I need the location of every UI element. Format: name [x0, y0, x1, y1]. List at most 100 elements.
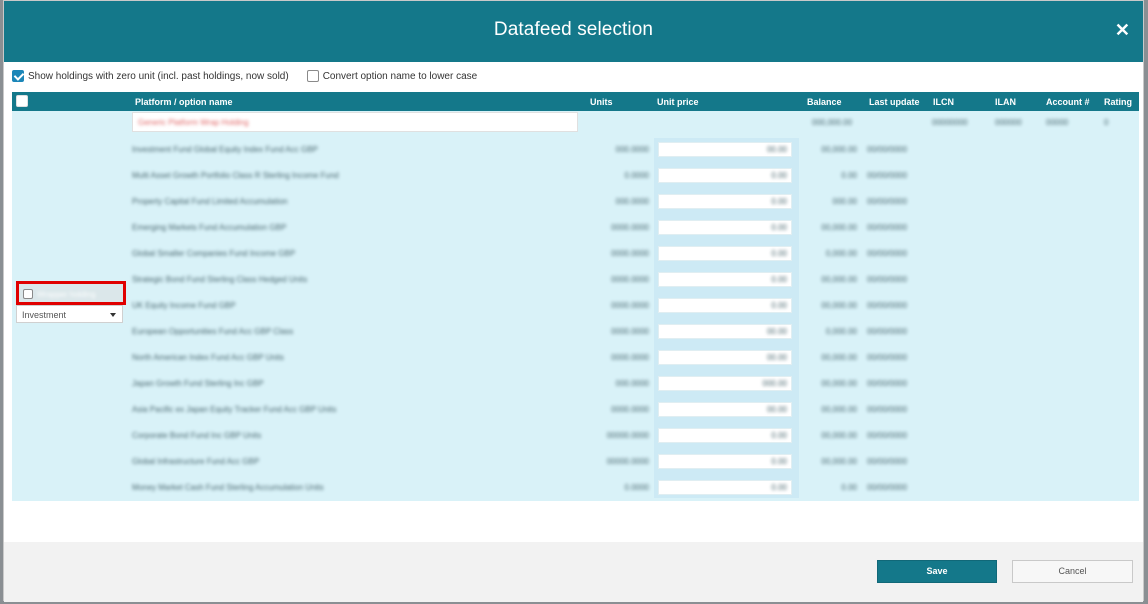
holding-name: Corporate Bond Fund Inc GBP Units: [132, 431, 262, 440]
holding-units: 0000.0000: [611, 223, 649, 232]
table-row[interactable]: Japan Growth Fund Sterling Inc GBP 000.00…: [12, 371, 1139, 397]
table-row[interactable]: Multi Asset Growth Portfolio Class R Ste…: [12, 163, 1139, 189]
holding-units: 000.0000: [615, 145, 649, 154]
holding-name: Global Infrastructure Fund Acc GBP: [132, 457, 260, 466]
holding-balance: 00,000.00: [821, 275, 857, 284]
holding-units: 0.0000: [624, 483, 649, 492]
holding-balance: 00,000.00: [821, 353, 857, 362]
col-ilan[interactable]: ILAN: [995, 97, 1016, 107]
holding-last-update: 00/00/0000: [867, 301, 908, 310]
holding-units: 0000.0000: [611, 301, 649, 310]
holding-name: Money Market Cash Fund Sterling Accumula…: [132, 483, 324, 492]
holding-units: 0000.0000: [611, 405, 649, 414]
datafeed-dialog: Datafeed selection ✕ Show holdings with …: [3, 0, 1144, 602]
dialog-footer: Save Cancel: [4, 542, 1143, 602]
holding-last-update: 00/00/0000: [867, 379, 908, 388]
table-row[interactable]: Property Capital Fund Limited Accumulati…: [12, 189, 1139, 215]
holding-name: Emerging Markets Fund Accumulation GBP: [132, 223, 287, 232]
holding-last-update: 00/00/0000: [867, 223, 908, 232]
holding-unit-price: 0.00: [771, 483, 787, 492]
col-units[interactable]: Units: [590, 97, 613, 107]
holding-name: Strategic Bond Fund Sterling Class Hedge…: [132, 275, 308, 284]
table-row[interactable]: North American Index Fund Acc GBP Units 0…: [12, 345, 1139, 371]
holding-balance: 0,000.00: [825, 249, 857, 258]
zero-unit-checkbox[interactable]: [12, 70, 24, 82]
holding-balance: 00,000.00: [821, 223, 857, 232]
holding-unit-price: 0.00: [771, 171, 787, 180]
options-row: Show holdings with zero unit (incl. past…: [12, 67, 495, 85]
holding-name: UK Equity Income Fund GBP: [132, 301, 236, 310]
table-row[interactable]: Strategic Bond Fund Sterling Class Hedge…: [12, 267, 1139, 293]
holding-balance: 00,000.00: [821, 405, 857, 414]
lowercase-label: Convert option name to lower case: [322, 70, 478, 82]
zero-unit-label: Show holdings with zero unit (incl. past…: [28, 70, 289, 82]
holding-balance: 000.00: [832, 197, 857, 206]
col-last-update[interactable]: Last update: [869, 97, 920, 107]
cancel-button[interactable]: Cancel: [1012, 560, 1133, 583]
col-balance[interactable]: Balance: [807, 97, 842, 107]
holding-last-update: 00/00/0000: [867, 457, 908, 466]
table-header: Platform / option name Units Unit price …: [12, 92, 1139, 111]
holding-units: 0.0000: [624, 171, 649, 180]
col-platform[interactable]: Platform / option name: [135, 97, 233, 107]
platform-name: Generic Platform Wrap Holding: [138, 118, 249, 127]
holding-name: Investment Fund Global Equity Index Fund…: [132, 145, 318, 154]
holding-balance: 00,000.00: [821, 379, 857, 388]
holding-balance: 00,000.00: [821, 301, 857, 310]
col-unit-price[interactable]: Unit price: [657, 97, 699, 107]
holding-units: 00000.0000: [606, 457, 649, 466]
platform-row[interactable]: Generic Platform Wrap Holding 000,000.00…: [12, 111, 1139, 137]
holding-balance: 0.00: [841, 171, 857, 180]
holding-units: 0000.0000: [611, 249, 649, 258]
select-all-checkbox[interactable]: [16, 95, 28, 107]
holding-balance: 00,000.00: [821, 431, 857, 440]
table-row[interactable]: UK Equity Income Fund GBP 0000.0000 0.00 00…: [12, 293, 1139, 319]
platform-balance: 000,000.00: [812, 118, 853, 127]
holding-units: 0000.0000: [611, 353, 649, 362]
holding-last-update: 00/00/0000: [867, 197, 908, 206]
holding-unit-price: 00.00: [766, 145, 787, 154]
holding-balance: 0,000.00: [825, 327, 857, 336]
col-ilcn[interactable]: ILCN: [933, 97, 954, 107]
holding-name: Asia Pacific ex Japan Equity Tracker Fun…: [132, 405, 337, 414]
holding-balance: 0.00: [841, 483, 857, 492]
table-row[interactable]: Asia Pacific ex Japan Equity Tracker Fun…: [12, 397, 1139, 423]
table-row[interactable]: Emerging Markets Fund Accumulation GBP 00…: [12, 215, 1139, 241]
holding-last-update: 00/00/0000: [867, 483, 908, 492]
table-row[interactable]: Investment Fund Global Equity Index Fund…: [12, 137, 1139, 163]
table-row[interactable]: Money Market Cash Fund Sterling Accumula…: [12, 475, 1139, 501]
platform-account: 00000: [1046, 118, 1069, 127]
holding-unit-price: 00.00: [766, 405, 787, 414]
lowercase-option[interactable]: Convert option name to lower case: [306, 70, 478, 82]
holding-name: Japan Growth Fund Sterling Inc GBP: [132, 379, 264, 388]
dialog-title: Datafeed selection: [493, 19, 654, 40]
holding-last-update: 00/00/0000: [867, 171, 908, 180]
table-row[interactable]: Global Infrastructure Fund Acc GBP 00000.…: [12, 449, 1139, 475]
lowercase-checkbox[interactable]: [306, 70, 319, 82]
holding-unit-price: 0.00: [771, 457, 787, 466]
holding-last-update: 00/00/0000: [867, 353, 908, 362]
holding-unit-price: 0.00: [771, 275, 787, 284]
holding-unit-price: 0.00: [771, 431, 787, 440]
holding-units: 00000.0000: [606, 431, 649, 440]
holding-unit-price: 00.00: [766, 353, 787, 362]
close-icon[interactable]: ✕: [1115, 20, 1130, 40]
platform-rating: 0: [1104, 118, 1109, 127]
holding-unit-price: 0.00: [771, 249, 787, 258]
holding-last-update: 00/00/0000: [867, 431, 908, 440]
col-account[interactable]: Account #: [1046, 97, 1090, 107]
zero-unit-option[interactable]: Show holdings with zero unit (incl. past…: [12, 70, 289, 82]
holding-units: 000.0000: [615, 379, 649, 388]
table-row[interactable]: European Opportunities Fund Acc GBP Clas…: [12, 319, 1139, 345]
holding-last-update: 00/00/0000: [867, 145, 908, 154]
table-row[interactable]: Global Smaller Companies Fund Income GBP…: [12, 241, 1139, 267]
holding-unit-price: 000.00: [762, 379, 787, 388]
save-button[interactable]: Save: [877, 560, 997, 583]
col-rating[interactable]: Rating: [1104, 97, 1132, 107]
holding-unit-price: 0.00: [771, 301, 787, 310]
table-row[interactable]: Corporate Bond Fund Inc GBP Units 00000.0…: [12, 423, 1139, 449]
holding-balance: 00,000.00: [821, 457, 857, 466]
holding-name: North American Index Fund Acc GBP Units: [132, 353, 284, 362]
holding-unit-price: 0.00: [771, 197, 787, 206]
holding-name: Global Smaller Companies Fund Income GBP: [132, 249, 296, 258]
